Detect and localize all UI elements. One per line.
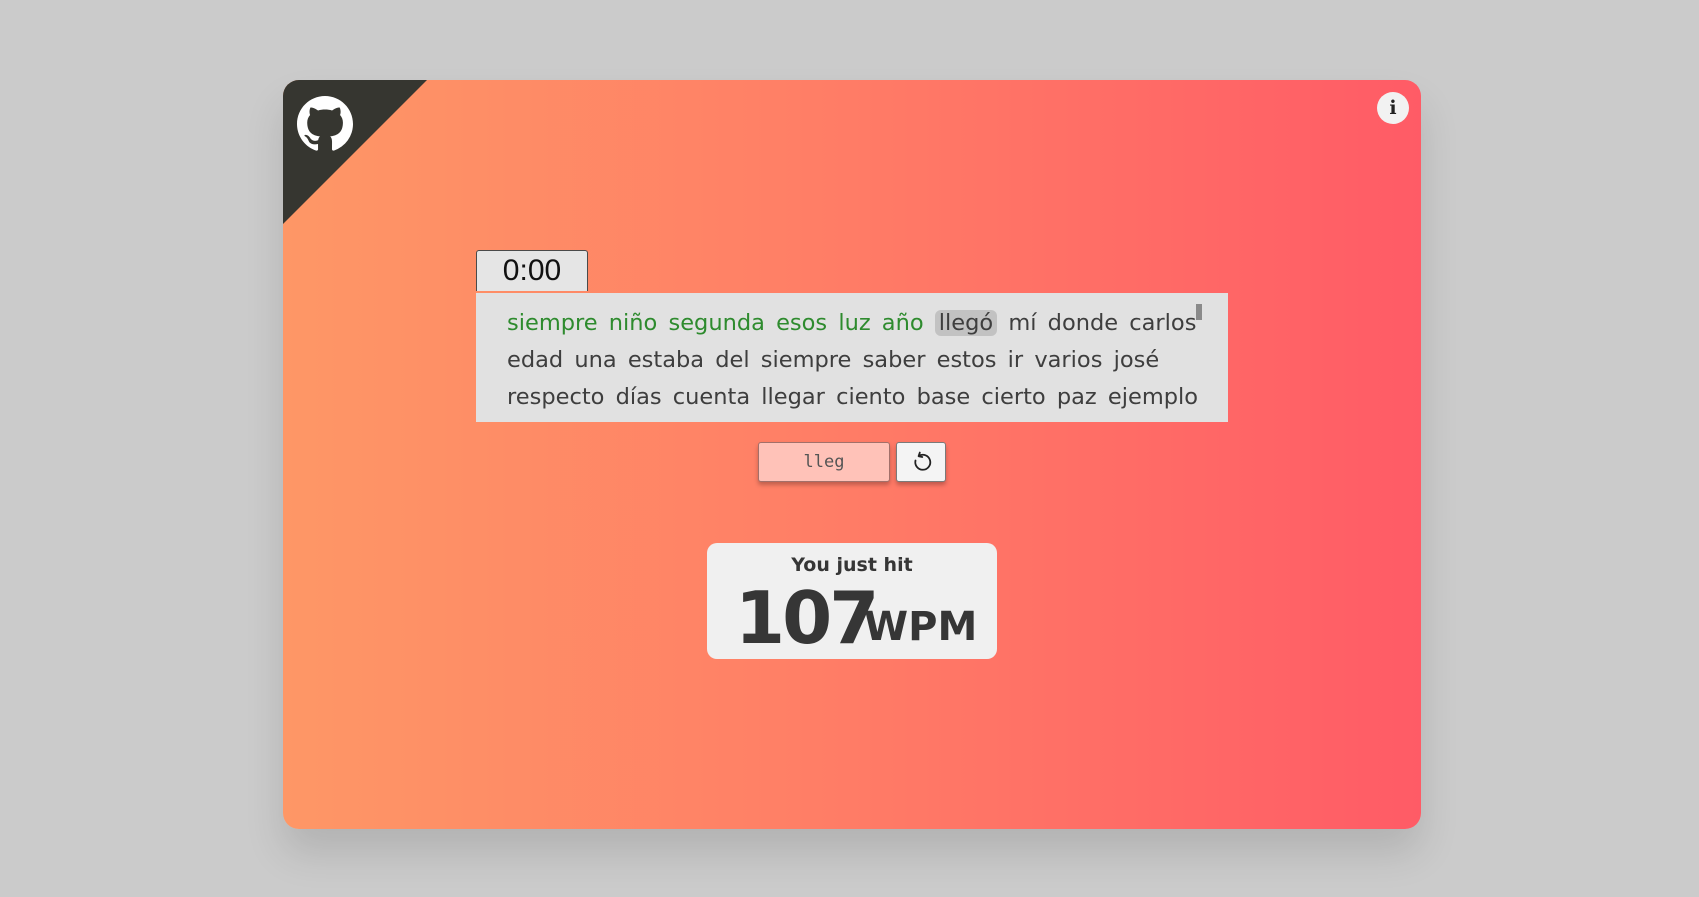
- word-list: siempre niño segunda esos luz año llegó …: [507, 310, 1202, 410]
- word: esos: [776, 310, 828, 336]
- word: niño: [608, 310, 658, 336]
- reset-icon: [914, 451, 932, 471]
- reset-button[interactable]: [896, 442, 946, 482]
- word: base: [916, 384, 971, 410]
- word: año: [881, 310, 924, 336]
- word: mí: [1008, 310, 1037, 336]
- current-word: llegó: [934, 310, 998, 336]
- word: carlos: [1129, 310, 1197, 336]
- word: segunda: [668, 310, 765, 336]
- word: ciento: [836, 384, 906, 410]
- word: josé: [1113, 347, 1160, 373]
- github-icon[interactable]: [297, 96, 353, 152]
- word: donde: [1047, 310, 1119, 336]
- word: estos: [936, 347, 997, 373]
- wpm-unit: WPM: [864, 604, 978, 650]
- word-display: siempre niño segunda esos luz año llegó …: [476, 293, 1228, 422]
- word: ir: [1007, 347, 1024, 373]
- timer: 0:00: [476, 250, 588, 291]
- word: edad: [507, 347, 564, 373]
- word: siempre: [507, 310, 598, 336]
- word: llegar: [761, 384, 825, 410]
- typing-input[interactable]: [758, 442, 890, 482]
- word: cuenta: [672, 384, 751, 410]
- word: ejemplo: [1107, 384, 1199, 410]
- word: paz: [1056, 384, 1097, 410]
- github-corner[interactable]: [283, 80, 427, 224]
- word: luz: [838, 310, 871, 336]
- word: siempre: [760, 347, 852, 373]
- word: días: [615, 384, 662, 410]
- wpm-value: 107: [735, 576, 879, 660]
- word: estaba: [627, 347, 705, 373]
- result-panel: You just hit 107 WPM: [707, 543, 997, 660]
- result-caption: You just hit: [791, 554, 913, 576]
- word: cierto: [981, 384, 1046, 410]
- word: varios: [1034, 347, 1103, 373]
- word: respecto: [507, 384, 605, 410]
- info-button[interactable]: i: [1377, 92, 1409, 124]
- word: del: [715, 347, 750, 373]
- word: una: [574, 347, 617, 373]
- word-display-scrollbar[interactable]: [1196, 304, 1202, 320]
- typing-card: i 0:00 siempre niño segunda esos luz año…: [283, 80, 1421, 829]
- info-icon: i: [1389, 97, 1397, 119]
- word: saber: [862, 347, 926, 373]
